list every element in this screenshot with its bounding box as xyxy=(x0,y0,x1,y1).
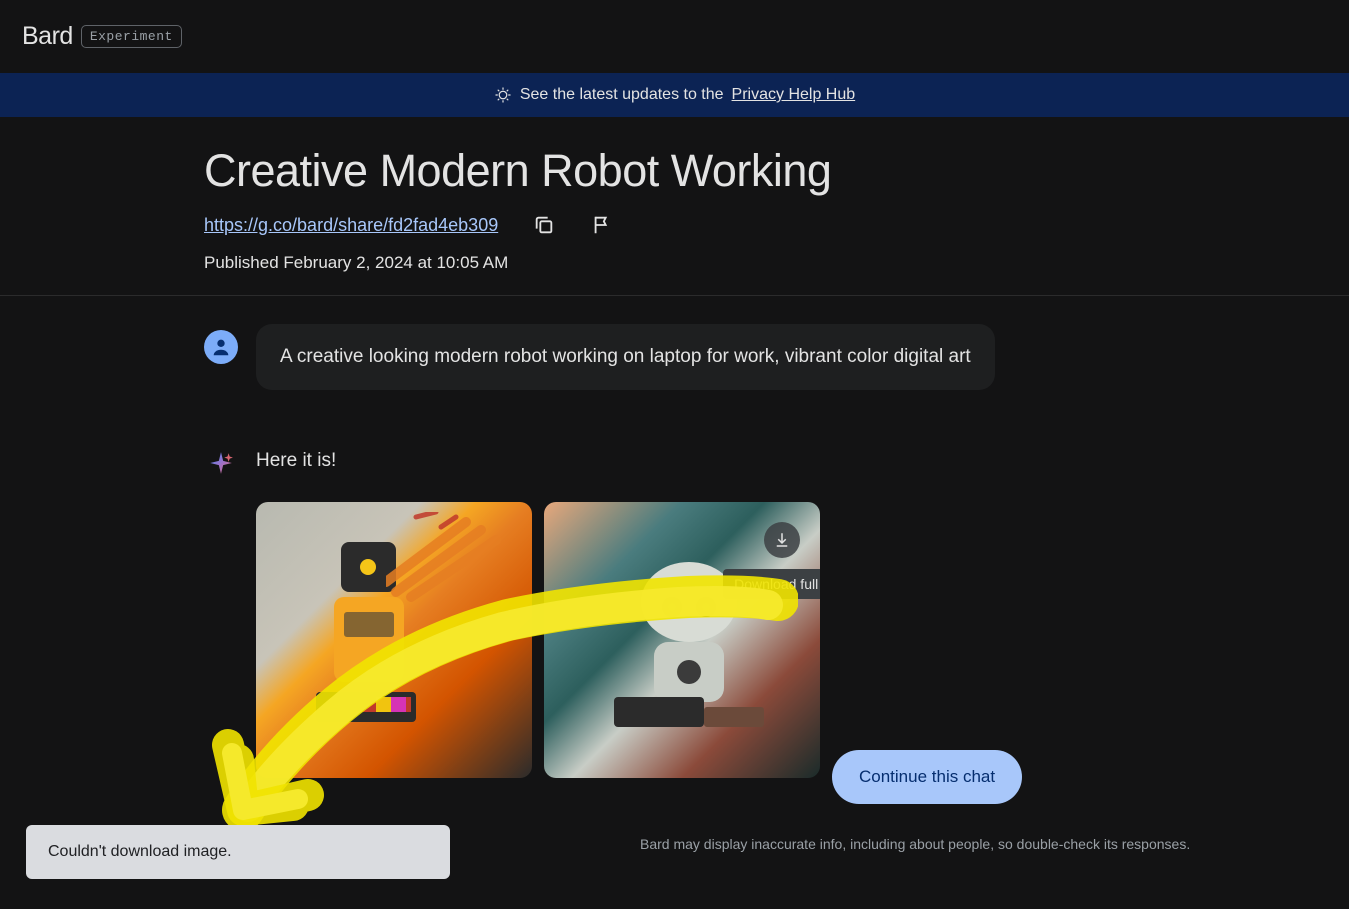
bard-response: Here it is! xyxy=(204,446,1349,480)
download-button[interactable] xyxy=(764,522,800,558)
app-header: Bard Experiment xyxy=(0,0,1349,73)
generated-image-2[interactable]: Download full size xyxy=(544,502,820,778)
share-url[interactable]: https://g.co/bard/share/fd2fad4eb309 xyxy=(204,215,498,236)
url-row: https://g.co/bard/share/fd2fad4eb309 xyxy=(204,213,1349,237)
copy-icon[interactable] xyxy=(532,213,556,237)
generated-image-1[interactable] xyxy=(256,502,532,778)
experiment-badge: Experiment xyxy=(81,25,182,48)
title-block: Creative Modern Robot Working https://g.… xyxy=(0,117,1349,296)
chat-area: A creative looking modern robot working … xyxy=(0,296,1349,778)
logo[interactable]: Bard Experiment xyxy=(22,22,182,51)
error-toast: Couldn't download image. xyxy=(26,825,450,879)
user-prompt-bubble: A creative looking modern robot working … xyxy=(256,324,995,390)
banner-text: See the latest updates to the xyxy=(520,86,724,104)
bard-reply-text: Here it is! xyxy=(256,450,336,472)
disclaimer-text: Bard may display inaccurate info, includ… xyxy=(640,836,1190,852)
logo-text: Bard xyxy=(22,22,73,51)
bard-spark-icon xyxy=(204,446,238,480)
privacy-hub-link[interactable]: Privacy Help Hub xyxy=(732,86,856,104)
burst-icon xyxy=(494,86,512,104)
generated-images: Download full size xyxy=(256,502,1349,778)
published-date: Published February 2, 2024 at 10:05 AM xyxy=(204,253,1349,273)
user-message: A creative looking modern robot working … xyxy=(204,324,1349,390)
continue-chat-button[interactable]: Continue this chat xyxy=(832,750,1022,804)
page-title: Creative Modern Robot Working xyxy=(204,145,1349,197)
download-tooltip: Download full size xyxy=(723,569,820,599)
user-avatar xyxy=(204,330,238,364)
update-banner: See the latest updates to the Privacy He… xyxy=(0,73,1349,117)
flag-icon[interactable] xyxy=(590,213,614,237)
